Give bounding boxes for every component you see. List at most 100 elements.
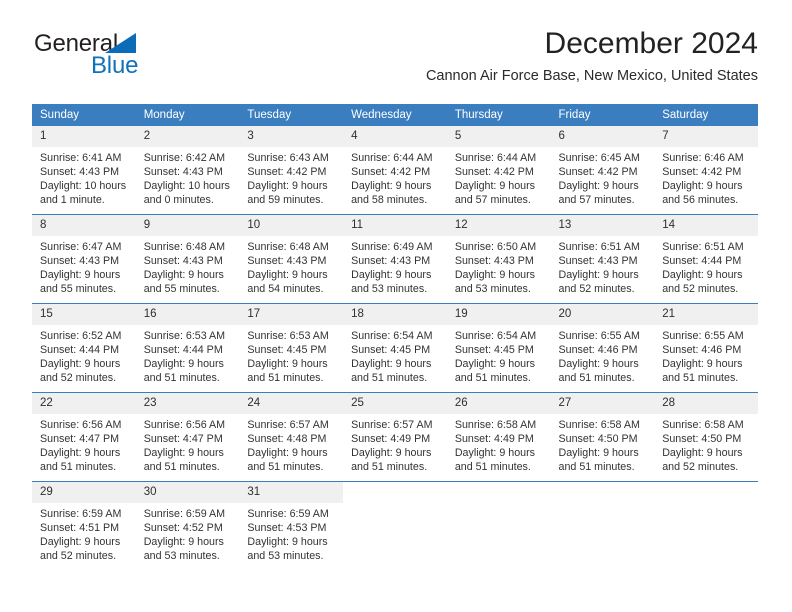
day-details: Sunrise: 6:47 AM Sunset: 4:43 PM Daylight:… bbox=[32, 236, 136, 296]
sunset-time: Sunset: 4:43 PM bbox=[40, 166, 120, 178]
day-details: Sunrise: 6:50 AM Sunset: 4:43 PM Daylight:… bbox=[447, 236, 551, 296]
calendar-day-cell[interactable]: 12 Sunrise: 6:50 AM Sunset: 4:43 PM Dayligh… bbox=[446, 214, 551, 304]
calendar-day-cell[interactable]: 23 Sunrise: 6:56 AM Sunset: 4:47 PM Dayligh… bbox=[135, 392, 240, 482]
day-number: 2 bbox=[135, 126, 240, 147]
calendar-day-cell[interactable]: 30 Sunrise: 6:59 AM Sunset: 4:52 PM Dayligh… bbox=[135, 481, 240, 570]
sunset-time: Sunset: 4:45 PM bbox=[454, 344, 534, 356]
calendar-day-cell[interactable]: 10 Sunrise: 6:48 AM Sunset: 4:43 PM Dayligh… bbox=[239, 214, 344, 304]
sunset-time: Sunset: 4:42 PM bbox=[558, 166, 638, 178]
location-subtitle: Cannon Air Force Base, New Mexico, Unite… bbox=[425, 68, 758, 84]
sunset-time: Sunset: 4:53 PM bbox=[247, 522, 327, 534]
calendar-day-cell[interactable]: 31 Sunrise: 6:59 AM Sunset: 4:53 PM Dayligh… bbox=[239, 481, 344, 570]
daylight-duration-line1: Daylight: 9 hours bbox=[143, 269, 224, 281]
calendar-day-cell[interactable]: 1 Sunrise: 6:41 AM Sunset: 4:43 PM Daylight… bbox=[32, 126, 136, 215]
day-details: Sunrise: 6:57 AM Sunset: 4:49 PM Daylight:… bbox=[343, 414, 447, 474]
daylight-duration-line1: Daylight: 9 hours bbox=[143, 447, 224, 459]
calendar-day-cell[interactable]: 27 Sunrise: 6:58 AM Sunset: 4:50 PM Dayligh… bbox=[550, 392, 655, 482]
daylight-duration-line1: Daylight: 9 hours bbox=[351, 447, 432, 459]
calendar-day-cell[interactable]: 4 Sunrise: 6:44 AM Sunset: 4:42 PM Daylight… bbox=[343, 126, 447, 215]
calendar-day-cell[interactable]: 22 Sunrise: 6:56 AM Sunset: 4:47 PM Dayligh… bbox=[32, 392, 136, 482]
sunset-time: Sunset: 4:43 PM bbox=[558, 255, 638, 267]
sunrise-time: Sunrise: 6:54 AM bbox=[351, 330, 433, 342]
daylight-duration-line1: Daylight: 9 hours bbox=[40, 447, 121, 459]
calendar-day-cell[interactable]: 9 Sunrise: 6:48 AM Sunset: 4:43 PM Daylight… bbox=[135, 214, 240, 304]
calendar-day-cell[interactable]: 17 Sunrise: 6:53 AM Sunset: 4:45 PM Dayligh… bbox=[239, 303, 344, 393]
day-details: Sunrise: 6:53 AM Sunset: 4:45 PM Daylight:… bbox=[239, 325, 343, 385]
day-number bbox=[343, 482, 447, 503]
calendar-day-cell[interactable]: 20 Sunrise: 6:55 AM Sunset: 4:46 PM Dayligh… bbox=[550, 303, 655, 393]
daylight-duration-line1: Daylight: 9 hours bbox=[143, 536, 224, 548]
calendar-day-cell[interactable]: 14 Sunrise: 6:51 AM Sunset: 4:44 PM Dayligh… bbox=[654, 214, 758, 304]
calendar-day-cell[interactable]: 11 Sunrise: 6:49 AM Sunset: 4:43 PM Dayligh… bbox=[343, 214, 447, 304]
day-number: 28 bbox=[654, 393, 758, 414]
calendar-day-cell[interactable]: 28 Sunrise: 6:58 AM Sunset: 4:50 PM Dayligh… bbox=[654, 392, 758, 482]
sunrise-time: Sunrise: 6:57 AM bbox=[247, 419, 329, 431]
sunset-time: Sunset: 4:51 PM bbox=[40, 522, 120, 534]
daylight-duration-line1: Daylight: 10 hours bbox=[143, 180, 230, 192]
day-number: 29 bbox=[32, 482, 136, 503]
sunset-time: Sunset: 4:47 PM bbox=[40, 433, 120, 445]
day-number: 23 bbox=[135, 393, 240, 414]
sunset-time: Sunset: 4:50 PM bbox=[662, 433, 742, 445]
day-number: 10 bbox=[239, 215, 344, 236]
daylight-duration-line1: Daylight: 9 hours bbox=[40, 536, 121, 548]
calendar-day-cell[interactable]: 19 Sunrise: 6:54 AM Sunset: 4:45 PM Dayligh… bbox=[446, 303, 551, 393]
daylight-duration-line1: Daylight: 9 hours bbox=[247, 358, 328, 370]
daylight-duration-line1: Daylight: 9 hours bbox=[40, 269, 121, 281]
calendar-day-cell[interactable]: 26 Sunrise: 6:58 AM Sunset: 4:49 PM Dayligh… bbox=[446, 392, 551, 482]
day-number: 13 bbox=[550, 215, 655, 236]
day-details: Sunrise: 6:51 AM Sunset: 4:44 PM Daylight:… bbox=[654, 236, 758, 296]
day-details: Sunrise: 6:48 AM Sunset: 4:43 PM Daylight:… bbox=[239, 236, 343, 296]
calendar-day-cell[interactable]: 5 Sunrise: 6:44 AM Sunset: 4:42 PM Daylight… bbox=[446, 126, 551, 215]
daylight-duration-line2: and 52 minutes. bbox=[558, 283, 635, 295]
day-number: 18 bbox=[343, 304, 447, 325]
daylight-duration-line2: and 52 minutes. bbox=[40, 372, 117, 384]
sunset-time: Sunset: 4:44 PM bbox=[40, 344, 120, 356]
daylight-duration-line2: and 53 minutes. bbox=[143, 550, 220, 562]
daylight-duration-line2: and 51 minutes. bbox=[143, 372, 220, 384]
sunset-time: Sunset: 4:42 PM bbox=[351, 166, 431, 178]
calendar-day-cell[interactable]: 25 Sunrise: 6:57 AM Sunset: 4:49 PM Dayligh… bbox=[343, 392, 447, 482]
calendar-day-cell[interactable]: 8 Sunrise: 6:47 AM Sunset: 4:43 PM Daylight… bbox=[32, 214, 136, 304]
sunset-time: Sunset: 4:42 PM bbox=[247, 166, 327, 178]
daylight-duration-line1: Daylight: 9 hours bbox=[454, 358, 536, 370]
day-number bbox=[447, 482, 551, 503]
calendar-day-cell-empty bbox=[550, 481, 655, 570]
day-details: Sunrise: 6:58 AM Sunset: 4:50 PM Daylight:… bbox=[551, 414, 655, 474]
calendar-day-cell[interactable]: 15 Sunrise: 6:52 AM Sunset: 4:44 PM Dayligh… bbox=[32, 303, 136, 393]
logo-triangle-icon bbox=[105, 33, 136, 53]
daylight-duration-line1: Daylight: 9 hours bbox=[558, 180, 639, 192]
daylight-duration-line1: Daylight: 9 hours bbox=[558, 358, 639, 370]
day-number bbox=[654, 482, 758, 503]
generalblue-logo[interactable]: General Blue bbox=[34, 30, 234, 80]
sunrise-time: Sunrise: 6:58 AM bbox=[454, 419, 537, 431]
calendar-day-cell[interactable]: 2 Sunrise: 6:42 AM Sunset: 4:43 PM Daylight… bbox=[135, 126, 240, 215]
calendar-week-row: 15 Sunrise: 6:52 AM Sunset: 4:44 PM Dayligh… bbox=[32, 303, 758, 393]
calendar-day-cell[interactable]: 18 Sunrise: 6:54 AM Sunset: 4:45 PM Dayligh… bbox=[343, 303, 447, 393]
daylight-duration-line2: and 51 minutes. bbox=[40, 461, 117, 473]
day-number: 20 bbox=[550, 304, 655, 325]
calendar-day-cell[interactable]: 16 Sunrise: 6:53 AM Sunset: 4:44 PM Dayligh… bbox=[135, 303, 240, 393]
sunset-time: Sunset: 4:49 PM bbox=[351, 433, 431, 445]
day-details: Sunrise: 6:54 AM Sunset: 4:45 PM Daylight:… bbox=[447, 325, 551, 385]
sunrise-sunset-calendar: Sunday Monday Tuesday Wednesday Thursday… bbox=[32, 104, 758, 570]
day-details: Sunrise: 6:58 AM Sunset: 4:49 PM Daylight:… bbox=[447, 414, 551, 474]
calendar-day-cell[interactable]: 6 Sunrise: 6:45 AM Sunset: 4:42 PM Daylight… bbox=[550, 126, 655, 215]
calendar-day-cell[interactable]: 29 Sunrise: 6:59 AM Sunset: 4:51 PM Dayligh… bbox=[32, 481, 136, 570]
sunrise-time: Sunrise: 6:44 AM bbox=[351, 152, 433, 164]
sunrise-time: Sunrise: 6:43 AM bbox=[247, 152, 329, 164]
daylight-duration-line1: Daylight: 9 hours bbox=[558, 447, 639, 459]
day-details: Sunrise: 6:43 AM Sunset: 4:42 PM Daylight:… bbox=[239, 147, 343, 207]
weekday-header-wednesday: Wednesday bbox=[343, 104, 447, 126]
day-number: 31 bbox=[239, 482, 344, 503]
sunrise-time: Sunrise: 6:54 AM bbox=[454, 330, 537, 342]
calendar-day-cell[interactable]: 21 Sunrise: 6:55 AM Sunset: 4:46 PM Dayligh… bbox=[654, 303, 758, 393]
daylight-duration-line1: Daylight: 9 hours bbox=[662, 180, 743, 192]
sunrise-time: Sunrise: 6:59 AM bbox=[40, 508, 122, 520]
page-header: General Blue December 2024 Cannon Air Fo… bbox=[0, 0, 792, 84]
calendar-day-cell[interactable]: 7 Sunrise: 6:46 AM Sunset: 4:42 PM Daylight… bbox=[654, 126, 758, 215]
calendar-day-cell[interactable]: 3 Sunrise: 6:43 AM Sunset: 4:42 PM Daylight… bbox=[239, 126, 344, 215]
daylight-duration-line2: and 51 minutes. bbox=[558, 372, 635, 384]
calendar-day-cell[interactable]: 24 Sunrise: 6:57 AM Sunset: 4:48 PM Dayligh… bbox=[239, 392, 344, 482]
calendar-day-cell[interactable]: 13 Sunrise: 6:51 AM Sunset: 4:43 PM Dayligh… bbox=[550, 214, 655, 304]
